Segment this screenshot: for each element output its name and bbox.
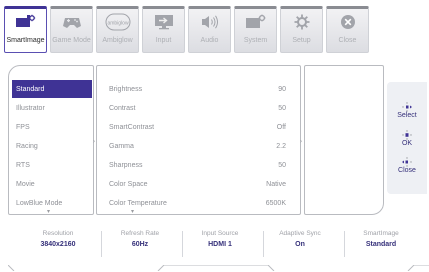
status-label: Resolution — [42, 230, 74, 237]
status-resolution: Resolution 3840x2160 — [18, 230, 98, 248]
main-tab-bar: SmartImage Game Mode ambiglow Ambiglow I… — [4, 6, 426, 60]
setting-row-smartcontrast[interactable]: SmartContrast Off — [97, 119, 300, 136]
joystick-press-icon — [402, 130, 412, 140]
scroll-down-icon[interactable]: ▾ — [47, 208, 50, 215]
status-input-source: Input Source HDMI 1 — [180, 230, 260, 248]
tab-label: Setup — [292, 37, 311, 44]
select-label: Select — [397, 112, 417, 119]
input-icon — [154, 15, 173, 30]
setting-name: Contrast — [109, 105, 136, 112]
scroll-down-icon[interactable]: ▾ — [131, 208, 134, 215]
close-icon — [340, 15, 355, 29]
joystick-guide: Select OK Close — [387, 82, 427, 194]
setting-value: Native — [266, 181, 286, 188]
status-bar: Resolution 3840x2160 Refresh Rate 60Hz I… — [8, 219, 429, 271]
status-label: SmartImage — [363, 230, 399, 237]
setting-value: 90 — [278, 86, 286, 93]
tab-input[interactable]: Input — [142, 6, 185, 53]
status-refresh-rate: Refresh Rate 60Hz — [100, 230, 180, 248]
setting-name: Gamma — [109, 143, 134, 150]
status-label: Refresh Rate — [120, 230, 160, 237]
setting-value: 6500K — [265, 200, 286, 207]
tab-label: Audio — [200, 37, 219, 44]
status-label: Input Source — [201, 230, 239, 237]
setting-row-brightness[interactable]: Brightness 90 — [97, 81, 300, 98]
status-label: Adaptive Sync — [279, 230, 321, 237]
setting-row-color-temperature[interactable]: Color Temperature 6500K — [97, 195, 300, 212]
tab-label: Game Mode — [52, 37, 91, 44]
osd-menu: SmartImage Game Mode ambiglow Ambiglow I… — [0, 0, 429, 272]
smartimage-icon — [15, 14, 35, 27]
ambiglow-logo-text: ambiglow — [107, 21, 129, 27]
chevron-right-icon: › — [300, 139, 302, 145]
tab-label: System — [243, 37, 268, 44]
tab-label: SmartImage — [6, 37, 45, 44]
status-adaptive-sync: Adaptive Sync On — [260, 230, 340, 248]
setting-value: 50 — [278, 162, 286, 169]
tab-label: Input — [155, 37, 172, 44]
speaker-icon — [201, 15, 218, 29]
ok-label: OK — [401, 140, 413, 147]
close-button[interactable]: Close — [387, 157, 427, 174]
joystick-left-icon — [402, 157, 412, 167]
submenu-panel — [304, 65, 384, 215]
setting-name: Brightness — [109, 86, 143, 93]
setting-row-sharpness[interactable]: Sharpness 50 — [97, 157, 300, 174]
smartimage-mode-list: Standard Illustrator FPS Racing RTS Movi… — [8, 65, 95, 215]
mode-item-lowblue[interactable]: LowBlue Mode — [9, 194, 93, 212]
setting-value: 50 — [278, 105, 286, 112]
ok-button[interactable]: OK — [387, 130, 427, 147]
mode-item-fps[interactable]: FPS — [9, 118, 93, 136]
tab-system[interactable]: System — [234, 6, 277, 53]
system-icon — [245, 14, 265, 28]
tab-label: Close — [338, 37, 357, 44]
status-value: 60Hz — [131, 241, 149, 248]
tab-label: Ambiglow — [102, 37, 133, 44]
setting-name: SmartContrast — [109, 124, 155, 131]
tab-game-mode[interactable]: Game Mode — [50, 6, 93, 53]
status-value: HDMI 1 — [208, 241, 232, 248]
mode-item-racing[interactable]: Racing — [9, 137, 93, 155]
status-value: Standard — [365, 241, 397, 248]
settings-list: Brightness 90 Contrast 50 SmartContrast … — [96, 65, 302, 215]
status-value: 3840x2160 — [40, 241, 76, 248]
close-label: Close — [398, 167, 416, 174]
setting-row-gamma[interactable]: Gamma 2.2 — [97, 138, 300, 155]
mode-item-rts[interactable]: RTS — [9, 156, 93, 174]
gear-icon — [294, 14, 309, 30]
tab-close[interactable]: Close — [326, 6, 369, 53]
tab-setup[interactable]: Setup — [280, 6, 323, 53]
setting-row-contrast[interactable]: Contrast 50 — [97, 100, 300, 117]
chevron-right-icon: › — [93, 139, 95, 145]
setting-row-color-space[interactable]: Color Space Native — [97, 176, 300, 193]
setting-value: 2.2 — [276, 143, 286, 150]
setting-value: Off — [276, 124, 286, 131]
mode-item-illustrator[interactable]: Illustrator — [9, 99, 93, 117]
setting-name: Color Space — [109, 181, 148, 188]
tab-ambiglow[interactable]: ambiglow Ambiglow — [96, 6, 139, 53]
status-value: On — [295, 241, 305, 248]
status-smartimage: SmartImage Standard — [341, 230, 421, 248]
osd-body: Standard Illustrator FPS Racing RTS Movi… — [4, 62, 429, 271]
mode-item-standard[interactable]: Standard — [12, 80, 92, 98]
setting-name: Color Temperature — [109, 200, 167, 207]
mode-item-movie[interactable]: Movie — [9, 175, 93, 193]
ambiglow-icon: ambiglow — [105, 13, 130, 31]
footer-frame-decoration — [8, 265, 429, 271]
gamepad-icon — [62, 18, 81, 28]
joystick-right-icon — [402, 102, 412, 112]
tab-smartimage[interactable]: SmartImage — [4, 6, 47, 53]
setting-name: Sharpness — [109, 162, 143, 169]
select-button[interactable]: Select — [387, 102, 427, 119]
tab-audio[interactable]: Audio — [188, 6, 231, 53]
